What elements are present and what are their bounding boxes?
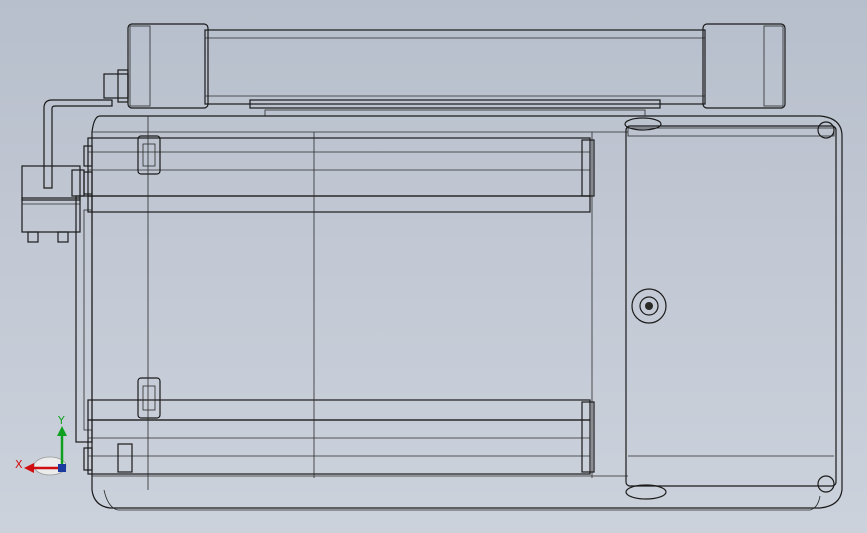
top-handle	[103, 23, 786, 117]
axis-triad: Y X	[15, 414, 67, 476]
y-axis-label: Y	[57, 414, 65, 427]
cad-viewport[interactable]: Y X	[0, 0, 867, 533]
x-axis-label: X	[15, 458, 23, 471]
model-drawing: Y X	[15, 23, 843, 511]
left-bracket	[21, 99, 113, 243]
motor-body	[75, 115, 843, 511]
